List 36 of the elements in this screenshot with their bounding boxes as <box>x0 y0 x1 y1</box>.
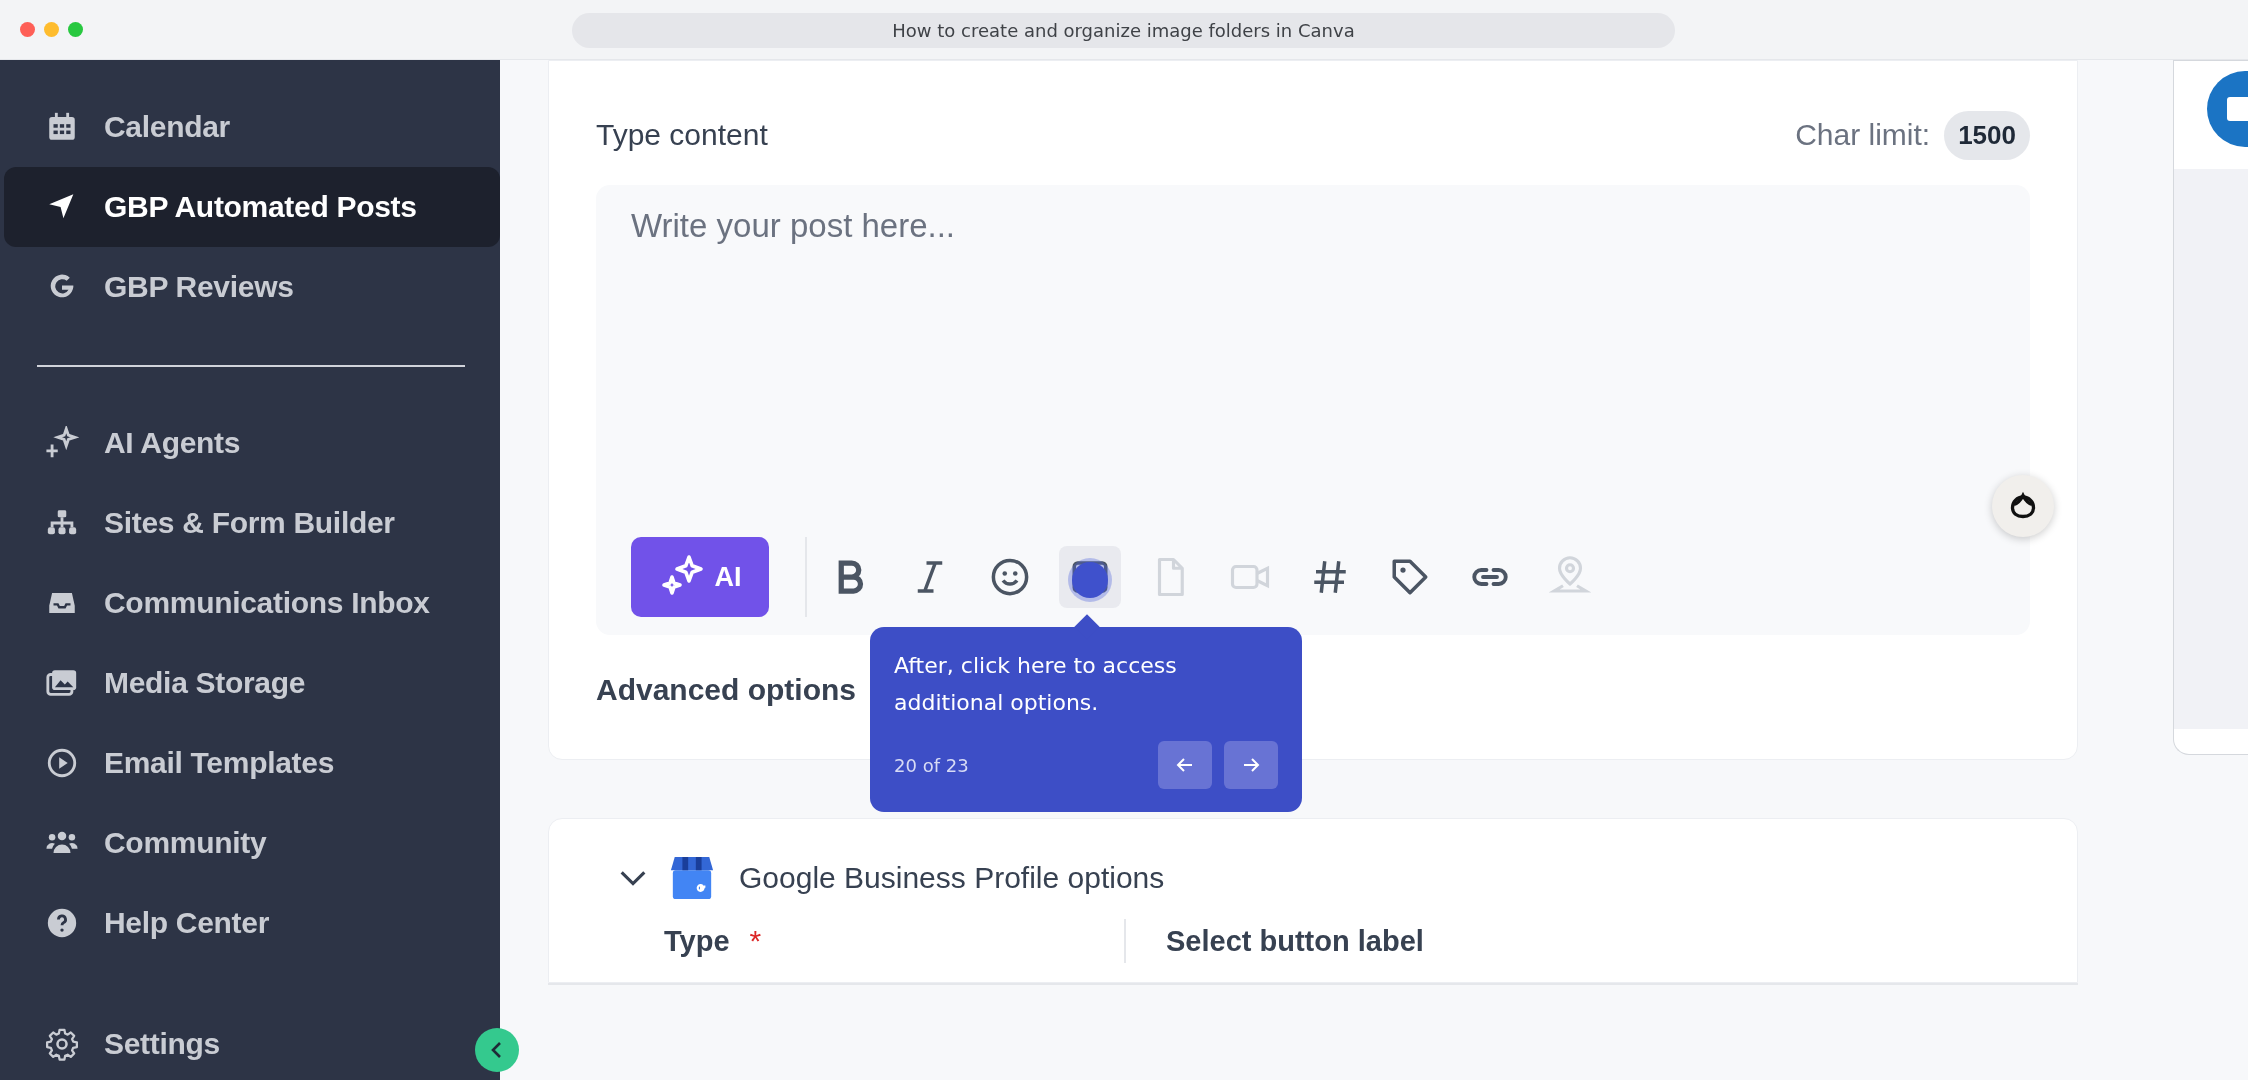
sidebar-item[interactable]: GBP Automated Posts <box>4 167 500 247</box>
smiley-icon <box>989 556 1031 598</box>
help-icon <box>45 906 79 940</box>
settings-icon <box>45 1027 79 1061</box>
close-window-button[interactable] <box>20 22 35 37</box>
field-label: Type <box>664 924 730 959</box>
char-limit-label: Char limit: <box>1795 118 1931 152</box>
field-label: Select button label <box>1166 924 1424 959</box>
sidebar-item[interactable]: Settings <box>4 1008 250 1080</box>
step-counter: 20 of 23 <box>894 754 970 776</box>
sidebar-item[interactable]: GBP Reviews <box>4 247 500 327</box>
required-mark: * <box>749 923 762 959</box>
collapse-sidebar-button[interactable] <box>475 1028 519 1072</box>
sidebar-item[interactable]: Help Center <box>4 883 500 963</box>
store-icon <box>669 855 715 901</box>
toolbar-button[interactable] <box>1059 546 1121 608</box>
sidebar-item[interactable]: Sites & Form Builder <box>4 483 500 563</box>
char-limit-badge: 1500 <box>1944 110 2030 160</box>
type-content-label: Type content <box>596 118 769 152</box>
next-button[interactable] <box>1224 741 1278 789</box>
section-title: Google Business Profile options <box>739 861 1165 895</box>
sidebar-item[interactable]: Email Templates <box>4 723 500 803</box>
sidebar-item[interactable]: Calendar <box>4 87 500 167</box>
ai-button[interactable]: AI <box>631 537 769 617</box>
sidebar-item[interactable]: Community <box>4 803 500 883</box>
window-title: How to create and organize image folders in Canva <box>572 13 1675 48</box>
post-editor[interactable]: Write your post here... AI <box>596 185 2030 635</box>
sidebar-item[interactable]: Media Storage <box>4 643 500 723</box>
advanced-options-label[interactable]: Advanced options <box>596 673 857 707</box>
play-circle-icon <box>45 746 79 780</box>
sidebar-item[interactable]: AI Agents <box>4 403 500 483</box>
click-indicator <box>1072 562 1108 598</box>
sidebar-item[interactable]: Communications Inbox <box>4 563 500 643</box>
sparkle-plus-icon <box>45 426 79 460</box>
previous-button[interactable] <box>1158 741 1212 789</box>
tooltip-text: After, click here to access additional options. <box>894 652 1178 717</box>
